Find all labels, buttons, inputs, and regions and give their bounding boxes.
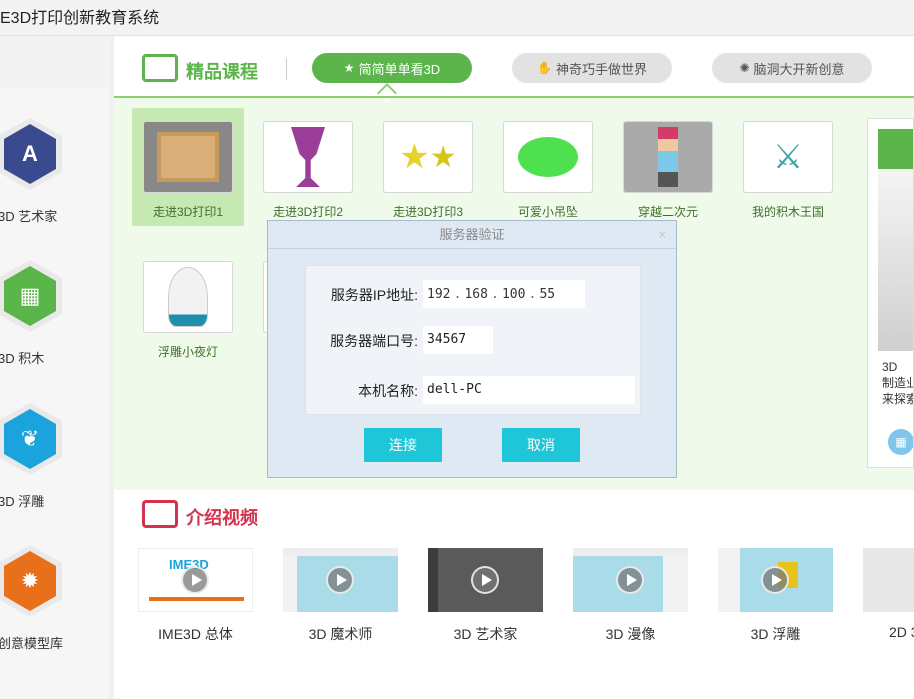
hostname-input[interactable]: dell-PC [423, 376, 635, 404]
ip-octet-3[interactable]: 100 [502, 287, 525, 302]
ip-separator: . [491, 286, 499, 302]
sidebar: A 3D 艺术家 ▦ 3D 积木 ❦ 3D 浮雕 ✹ 创意模型库 [0, 88, 110, 699]
sidebar-header [0, 36, 110, 88]
banner-text: 3D 制造业 来探索 [882, 360, 913, 406]
sword-icon: ⚔ [743, 121, 833, 193]
sidebar-item-label: 创意模型库 [0, 636, 64, 651]
sidebar-item-label: 3D 积木 [0, 351, 45, 366]
ip-separator: . [453, 286, 462, 302]
header-divider [114, 96, 914, 98]
sidebar-item-relief[interactable]: ❦ 3D 浮雕 [0, 403, 110, 533]
ip-label: 服务器IP地址: [330, 287, 418, 303]
play-icon [326, 566, 354, 594]
video-card[interactable]: 2D 3 [863, 548, 914, 648]
star-icon: ★ [343, 61, 355, 75]
printer-icon [143, 121, 233, 193]
sidebar-item-blocks[interactable]: ▦ 3D 积木 [0, 260, 110, 390]
ip-octet-4[interactable]: 55 [539, 287, 555, 302]
tab-simple-3d[interactable]: ★ 简简单单看3D [312, 53, 472, 83]
course-card[interactable]: ★ ★ 走进3D打印3 [372, 108, 484, 226]
video-card[interactable]: IME3D IME3D 总体 [138, 548, 253, 648]
course-card[interactable]: 走进3D打印2 [252, 108, 364, 226]
sidebar-item-label: 3D 艺术家 [0, 209, 58, 224]
cup-icon [263, 121, 353, 193]
video-card[interactable]: 3D 魔术师 [283, 548, 398, 648]
ip-octet-2[interactable]: 168 [464, 287, 487, 302]
video-monitor-icon [142, 500, 178, 528]
tab-handcraft[interactable]: ✋ 神奇巧手做世界 [512, 53, 672, 83]
lamp-icon [143, 261, 233, 333]
port-label: 服务器端口号: [330, 333, 418, 349]
connect-button[interactable]: 连接 [364, 428, 442, 462]
ip-input[interactable]: 192 . 168 . 100 . 55 [423, 280, 585, 308]
divider [286, 58, 287, 80]
sidebar-item-model-library[interactable]: ✹ 创意模型库 [0, 545, 110, 675]
bulb-icon: ✹ [0, 545, 62, 617]
side-banner[interactable]: 3D 制造业 来探索 ▦ [867, 118, 914, 468]
cancel-button[interactable]: 取消 [502, 428, 580, 462]
tab-creative[interactable]: ✺ 脑洞大开新创意 [712, 53, 872, 83]
server-verify-dialog: 服务器验证 × 服务器IP地址: 192 . 168 . 100 . 55 服务… [267, 220, 677, 478]
courses-title: 精品课程 [186, 62, 258, 82]
hand-icon: ✋ [537, 61, 552, 75]
course-card[interactable]: 穿越二次元 [612, 108, 724, 226]
hostname-label: 本机名称: [358, 383, 418, 399]
play-icon [471, 566, 499, 594]
pendant-icon [503, 121, 593, 193]
ip-octet-1[interactable]: 192 [427, 287, 450, 302]
window-title: E3D打印创新教育系统 [0, 10, 160, 27]
blocks-icon: ▦ [0, 260, 62, 332]
video-thumbnail [863, 548, 914, 612]
sidebar-item-art[interactable]: A 3D 艺术家 [0, 118, 110, 248]
art-icon: A [0, 118, 62, 190]
ip-separator: . [528, 286, 537, 302]
video-card[interactable]: 3D 艺术家 [428, 548, 543, 648]
figure-icon [623, 121, 713, 193]
play-icon [616, 566, 644, 594]
banner-header [878, 129, 913, 169]
course-card[interactable]: 走进3D打印1 [132, 108, 244, 226]
course-card[interactable]: 浮雕小夜灯 [132, 248, 244, 366]
apps-grid-icon[interactable]: ▦ [888, 429, 913, 455]
close-icon[interactable]: × [658, 227, 666, 242]
stars-icon: ★ ★ [383, 121, 473, 193]
butterfly-icon: ❦ [0, 403, 62, 475]
videos-title: 介绍视频 [186, 508, 258, 528]
monitor-icon [142, 54, 178, 82]
dialog-title: 服务器验证 [268, 221, 676, 249]
course-card[interactable]: ⚔ 我的积木王国 [732, 108, 844, 226]
video-card[interactable]: 3D 漫像 [573, 548, 688, 648]
course-card[interactable]: 可爱小吊坠 [492, 108, 604, 226]
play-icon [181, 566, 209, 594]
video-card[interactable]: 3D 浮雕 [718, 548, 833, 648]
play-icon [761, 566, 789, 594]
port-input[interactable]: 34567 [423, 326, 493, 354]
banner-image [878, 169, 913, 351]
title-bar: E3D打印创新教育系统 [0, 0, 914, 36]
server-form: 服务器IP地址: 192 . 168 . 100 . 55 服务器端口号: 34… [305, 265, 641, 415]
sidebar-item-label: 3D 浮雕 [0, 494, 45, 509]
bulb-icon: ✺ [739, 61, 750, 75]
